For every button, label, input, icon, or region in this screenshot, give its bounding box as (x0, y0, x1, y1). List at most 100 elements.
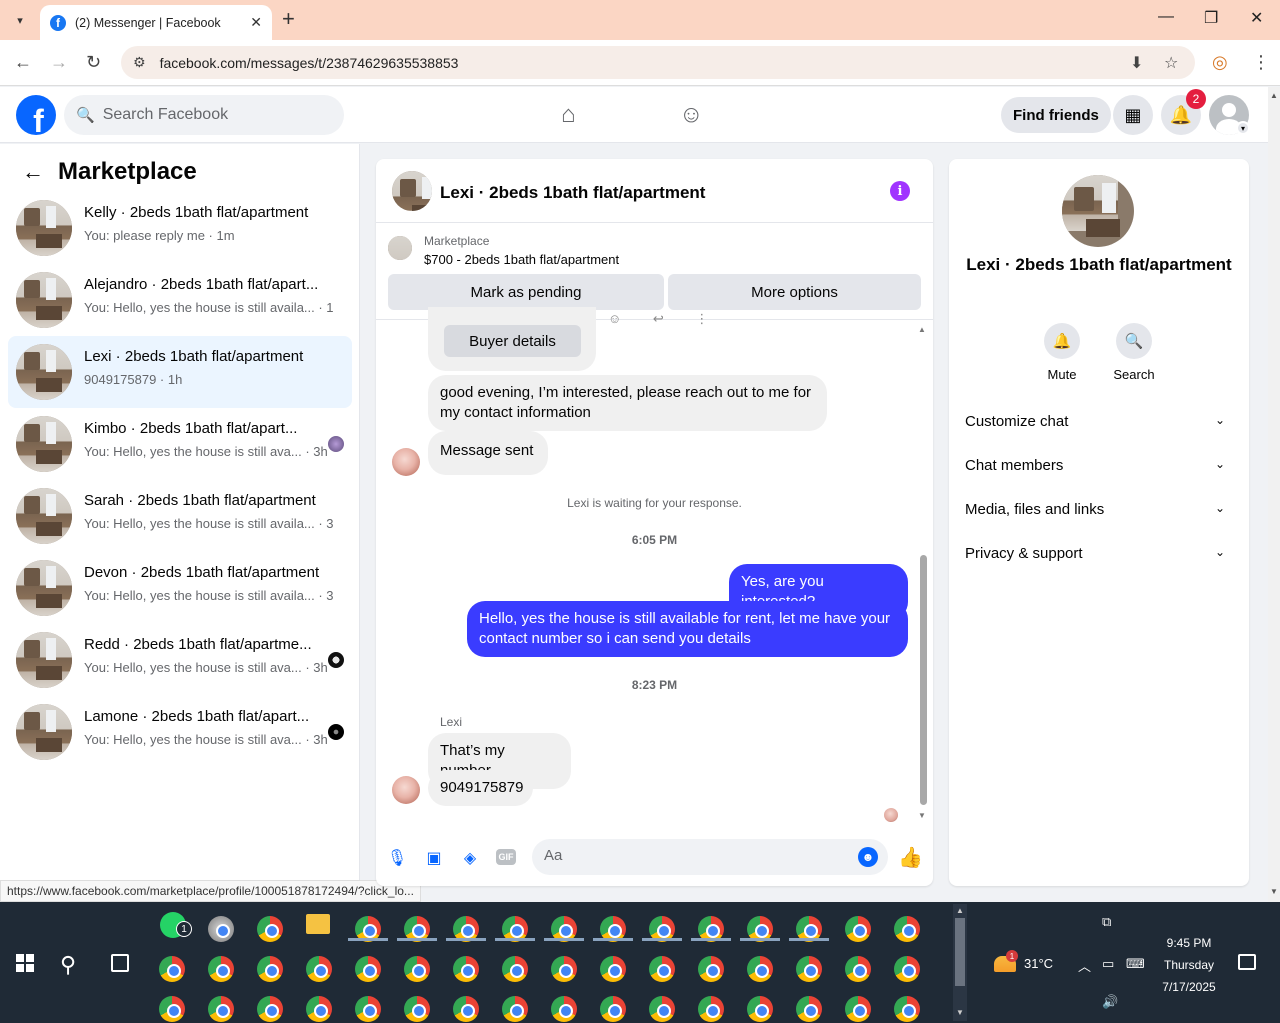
chrome-window-icon[interactable] (306, 996, 332, 1022)
tab-search-icon[interactable]: ▾ (8, 8, 32, 32)
chrome-window-icon[interactable] (894, 956, 920, 982)
search-icon[interactable]: 🔍 (1116, 323, 1152, 359)
page-scrollbar[interactable]: ▲ ▼ (1268, 87, 1280, 902)
listing-thumbnail[interactable] (388, 236, 412, 260)
reload-icon[interactable]: ↻ (86, 52, 101, 73)
chrome-window-icon[interactable] (159, 996, 185, 1022)
groups-icon[interactable]: ☺ (679, 101, 704, 129)
new-tab-icon[interactable]: + (282, 8, 295, 30)
forward-icon[interactable]: → (50, 52, 68, 73)
notification-center-icon[interactable] (1238, 954, 1256, 970)
message-input-box[interactable]: ☻ (532, 839, 888, 875)
sticker-icon[interactable]: ◈ (459, 847, 481, 869)
listing-title[interactable]: $700 - 2beds 1bath flat/apartment (424, 252, 619, 267)
chat-scrollbar[interactable]: ▲ ▼ (917, 325, 929, 821)
chrome-window-icon[interactable] (502, 956, 528, 982)
chrome-window-icon[interactable] (600, 956, 626, 982)
chrome-window-icon[interactable] (845, 996, 871, 1022)
volume-icon[interactable]: 🔊 (1102, 994, 1118, 1010)
chrome-window-icon[interactable] (894, 996, 920, 1022)
conversation-item-sarah[interactable]: Sarah · 2beds 1bath flat/apartment You: … (8, 480, 352, 552)
chat-members-section[interactable]: Chat members ⌄ (957, 443, 1241, 487)
chrome-window-icon[interactable] (257, 916, 283, 942)
message-actions[interactable]: ☺ ↩ ⋮ (608, 311, 722, 327)
chrome-window-icon[interactable] (208, 996, 234, 1022)
lexi-avatar[interactable] (392, 776, 420, 804)
chrome-window-icon[interactable] (208, 956, 234, 982)
chrome-window-icon[interactable] (257, 956, 283, 982)
more-options-button[interactable]: More options (668, 274, 921, 310)
conversation-item-kimbo[interactable]: Kimbo · 2beds 1bath flat/apart... You: H… (8, 408, 352, 480)
taskbar-clock[interactable]: 9:45 PM Thursday 7/17/2025 (1156, 932, 1222, 998)
conversation-item-lexi[interactable]: Lexi · 2beds 1bath flat/apartment 904917… (8, 336, 352, 408)
chrome-window-icon[interactable] (257, 996, 283, 1022)
chrome-window-icon[interactable] (747, 996, 773, 1022)
menu-grid-icon[interactable]: ▦ (1113, 95, 1153, 135)
install-app-icon[interactable]: ⬇ (1130, 53, 1143, 73)
chrome-window-icon[interactable] (600, 996, 626, 1022)
chrome-window-icon[interactable] (453, 996, 479, 1022)
back-arrow-icon[interactable]: ← (22, 159, 44, 185)
chrome-window-icon[interactable] (306, 956, 332, 982)
conversation-item-lamone[interactable]: Lamone · 2beds 1bath flat/apart... You: … (8, 696, 352, 768)
conversation-item-redd[interactable]: Redd · 2beds 1bath flat/apartme... You: … (8, 624, 352, 696)
microphone-icon[interactable]: 🎙 (386, 847, 408, 869)
back-icon[interactable]: ← (14, 52, 32, 73)
scroll-down-icon[interactable]: ▼ (918, 811, 926, 820)
scroll-thumb[interactable] (920, 555, 927, 805)
chrome-window-icon[interactable] (649, 956, 675, 982)
home-icon[interactable]: ⌂ (561, 101, 576, 129)
windows-start-icon[interactable] (16, 954, 34, 972)
chrome-window-icon[interactable] (649, 996, 675, 1022)
facebook-search-input[interactable] (102, 106, 323, 124)
privacy-support-section[interactable]: Privacy & support ⌄ (957, 531, 1241, 575)
chat-title[interactable]: Lexi · 2beds 1bath flat/apartment (440, 183, 705, 203)
buyer-details-button[interactable]: Buyer details (444, 325, 581, 357)
pinned-app-icon[interactable] (208, 916, 234, 942)
chat-avatar[interactable] (392, 171, 432, 211)
scroll-up-icon[interactable]: ▲ (956, 906, 964, 915)
file-explorer-icon[interactable] (306, 914, 330, 934)
conversation-item-kelly[interactable]: Kelly · 2beds 1bath flat/apartment You: … (8, 192, 352, 264)
chrome-window-icon[interactable] (845, 916, 871, 942)
emoji-icon[interactable]: ☻ (858, 847, 878, 867)
image-icon[interactable]: ▣ (423, 847, 445, 869)
chevron-down-icon[interactable]: ▾ (1236, 121, 1250, 135)
device-icon[interactable]: ⧉ (1102, 914, 1111, 930)
scroll-up-icon[interactable]: ▲ (918, 325, 926, 334)
facebook-search-box[interactable]: 🔍 (64, 95, 344, 135)
taskbar-scrollbar[interactable]: ▲ ▼ (953, 904, 967, 1021)
network-icon[interactable]: ▭ (1102, 956, 1114, 972)
chrome-window-icon[interactable] (453, 956, 479, 982)
chrome-window-icon[interactable] (502, 996, 528, 1022)
close-tab-icon[interactable]: ✕ (250, 14, 262, 31)
chrome-window-icon[interactable] (355, 956, 381, 982)
find-friends-button[interactable]: Find friends (1001, 97, 1111, 133)
chevron-up-icon[interactable]: ︿ (1078, 956, 1091, 975)
search-action[interactable]: 🔍 Search (1104, 323, 1164, 382)
scroll-up-icon[interactable]: ▲ (1270, 91, 1278, 100)
chrome-window-icon[interactable] (159, 956, 185, 982)
bookmark-star-icon[interactable]: ☆ (1164, 53, 1178, 73)
chrome-window-icon[interactable] (894, 916, 920, 942)
conversation-item-alejandro[interactable]: Alejandro · 2beds 1bath flat/apart... Yo… (8, 264, 352, 336)
chrome-window-icon[interactable] (404, 956, 430, 982)
scroll-thumb[interactable] (955, 918, 965, 986)
keyboard-icon[interactable]: ⌨ (1126, 956, 1145, 972)
facebook-logo-icon[interactable]: f (16, 95, 56, 135)
temperature[interactable]: 31°C (1024, 956, 1053, 971)
chrome-window-icon[interactable] (845, 956, 871, 982)
site-settings-icon[interactable]: ⚙ (133, 54, 146, 71)
chrome-window-icon[interactable] (551, 956, 577, 982)
restore-icon[interactable]: ❐ (1204, 8, 1218, 28)
info-icon[interactable]: i (890, 181, 910, 201)
chrome-window-icon[interactable] (747, 956, 773, 982)
address-bar[interactable]: ⚙ facebook.com/messages/t/23874629635538… (121, 46, 1195, 79)
customize-chat-section[interactable]: Customize chat ⌄ (957, 399, 1241, 443)
message-input[interactable] (544, 847, 844, 864)
chrome-window-icon[interactable] (404, 996, 430, 1022)
chrome-window-icon[interactable] (551, 996, 577, 1022)
chrome-window-icon[interactable] (698, 996, 724, 1022)
gif-icon[interactable]: GIF (496, 849, 516, 865)
thumbs-up-icon[interactable]: 👍 (898, 845, 923, 870)
